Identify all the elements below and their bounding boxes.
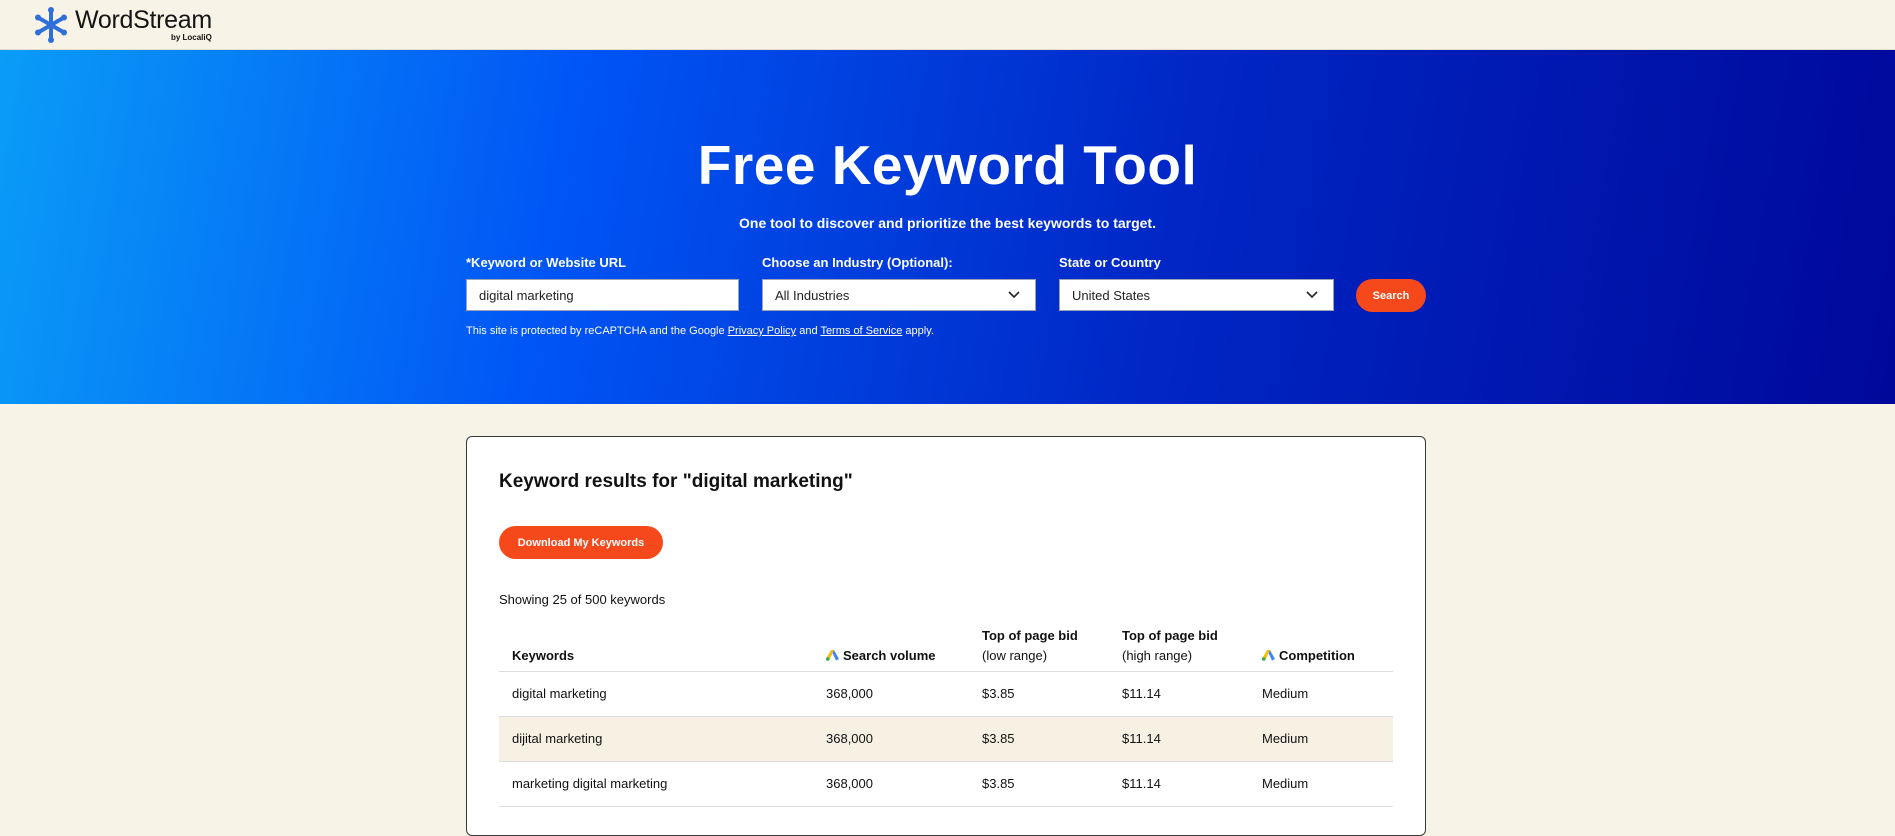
brand-name: WordStream xyxy=(75,5,212,34)
volume-cell: 368,000 xyxy=(826,686,873,701)
keyword-results-table: Keywords Search volume Top of page bid (… xyxy=(499,620,1393,807)
google-ads-icon xyxy=(1262,650,1275,661)
keyword-cell: dijital marketing xyxy=(512,731,603,746)
industry-label: Choose an Industry (Optional): xyxy=(762,255,953,270)
column-header-keywords[interactable]: Keywords xyxy=(512,646,574,666)
location-select-value: United States xyxy=(1072,287,1151,303)
bid-low-cell: $3.85 xyxy=(982,731,1015,746)
column-header-keywords-label: Keywords xyxy=(512,648,575,663)
column-header-competition-label: Competition xyxy=(1279,648,1355,663)
bid-high-cell: $11.14 xyxy=(1122,776,1161,791)
privacy-policy-link[interactable]: Privacy Policy xyxy=(728,325,796,337)
bid-high-cell: $11.14 xyxy=(1122,686,1161,701)
results-count: Showing 25 of 500 keywords xyxy=(499,592,666,607)
keyword-cell: digital marketing xyxy=(512,686,607,701)
recaptcha-suffix: apply. xyxy=(905,325,934,337)
brand-subtitle: by LocaliQ xyxy=(170,32,212,42)
column-header-bid-low-sub: (low range) xyxy=(982,648,1048,663)
competition-cell: Medium xyxy=(1262,731,1309,746)
recaptcha-prefix: This site is protected by reCAPTCHA and … xyxy=(466,325,725,337)
chevron-down-icon xyxy=(1008,291,1020,299)
recaptcha-and: and xyxy=(799,325,818,337)
competition-cell: Medium xyxy=(1262,776,1309,791)
industry-select[interactable]: All Industries xyxy=(762,279,1036,311)
keyword-cell: marketing digital marketing xyxy=(512,776,668,791)
location-label: State or Country xyxy=(1059,255,1161,270)
column-header-search-volume-label: Search volume xyxy=(843,648,936,663)
bid-low-cell: $3.85 xyxy=(982,686,1015,701)
competition-cell: Medium xyxy=(1262,686,1309,701)
top-navigation: WordStream by LocaliQ xyxy=(0,0,1895,50)
column-header-bid-low-label: Top of page bid xyxy=(982,628,1078,643)
page-subtitle: One tool to discover and prioritize the … xyxy=(739,215,1156,231)
industry-select-value: All Industries xyxy=(775,287,850,303)
hero-section: Free Keyword Tool One tool to discover a… xyxy=(0,50,1895,404)
volume-cell: 368,000 xyxy=(826,776,873,791)
column-header-bid-high-sub: (high range) xyxy=(1122,648,1193,663)
bid-high-cell: $11.14 xyxy=(1122,731,1161,746)
keyword-input-field[interactable] xyxy=(479,287,726,303)
column-header-competition[interactable]: Competition xyxy=(1262,646,1355,666)
column-header-search-volume[interactable]: Search volume xyxy=(826,646,936,666)
column-header-bid-low[interactable]: Top of page bid (low range) xyxy=(982,626,1078,666)
volume-cell: 368,000 xyxy=(826,731,873,746)
table-row[interactable]: dijital marketing 368,000 $3.85 $11.14 M… xyxy=(499,717,1393,762)
column-header-bid-high-label: Top of page bid xyxy=(1122,628,1218,643)
search-button[interactable]: Search xyxy=(1356,279,1426,312)
keyword-label: *Keyword or Website URL xyxy=(466,255,627,270)
keyword-input[interactable] xyxy=(466,279,739,311)
page-title: Free Keyword Tool xyxy=(697,134,1198,196)
table-row[interactable]: digital marketing 368,000 $3.85 $11.14 M… xyxy=(499,672,1393,717)
download-keywords-button[interactable]: Download My Keywords xyxy=(499,526,663,559)
google-ads-icon xyxy=(826,650,839,661)
table-row[interactable]: marketing digital marketing 368,000 $3.8… xyxy=(499,762,1393,807)
results-card: Keyword results for "digital marketing" … xyxy=(466,436,1426,836)
wordstream-logo[interactable]: WordStream by LocaliQ xyxy=(33,5,212,43)
recaptcha-notice: This site is protected by reCAPTCHA and … xyxy=(466,325,934,337)
terms-of-service-link[interactable]: Terms of Service xyxy=(820,325,902,337)
bid-low-cell: $3.85 xyxy=(982,776,1015,791)
chevron-down-icon xyxy=(1306,291,1318,299)
table-header: Keywords Search volume Top of page bid (… xyxy=(499,620,1393,672)
results-title: Keyword results for "digital marketing" xyxy=(499,471,853,492)
wordstream-snowflake-icon xyxy=(35,6,67,43)
location-select[interactable]: United States xyxy=(1059,279,1334,311)
column-header-bid-high[interactable]: Top of page bid (high range) xyxy=(1122,626,1218,666)
